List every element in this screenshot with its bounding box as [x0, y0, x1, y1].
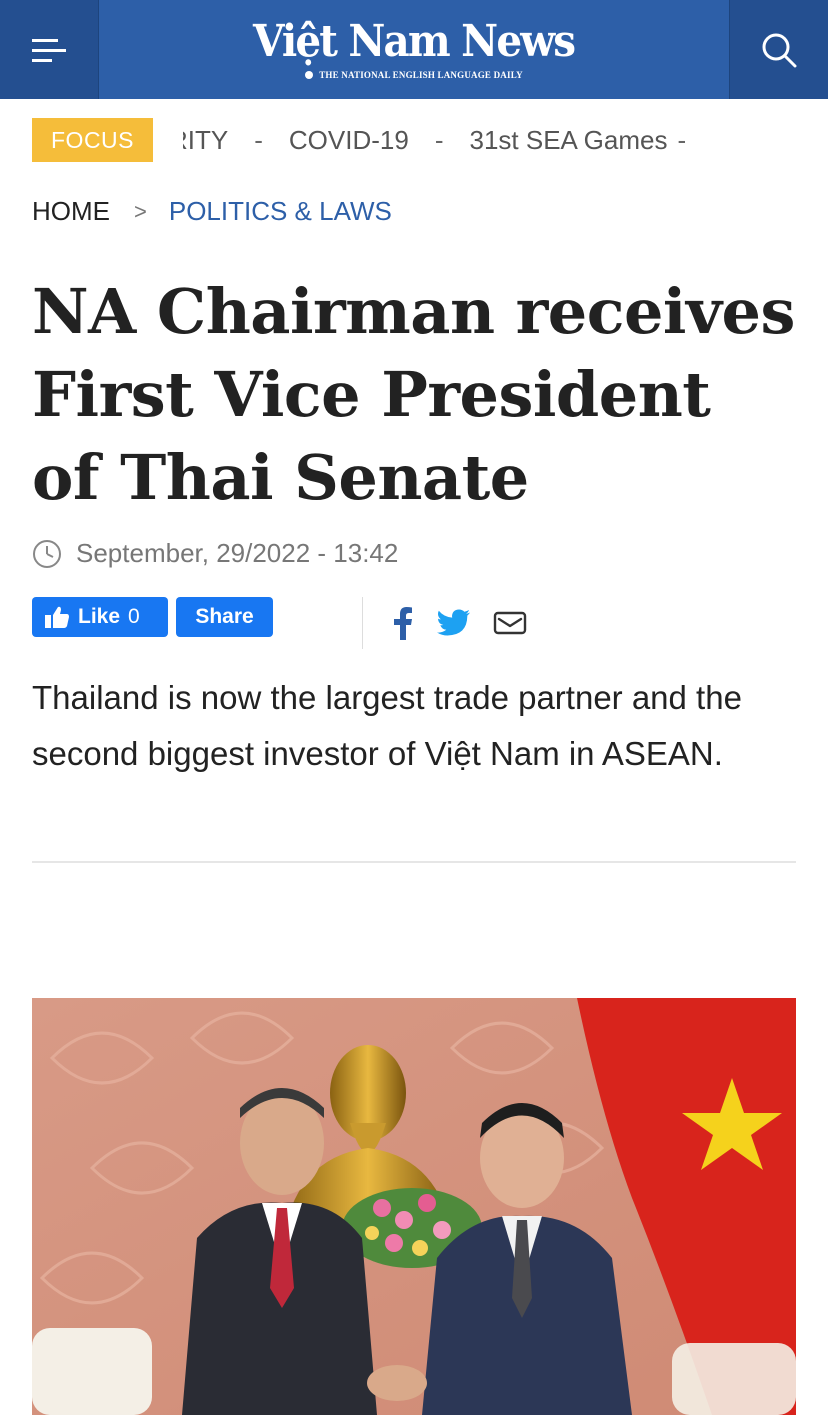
article-summary: Thailand is now the largest trade partne…	[32, 679, 742, 772]
date-text: September, 29/2022 - 13:42	[76, 538, 399, 568]
site-header: Việt Nam News THE NATIONAL ENGLISH LANGU…	[0, 0, 828, 99]
logo-text: Việt Nam News	[253, 15, 576, 67]
divider	[32, 861, 796, 863]
focus-item[interactable]: RITY	[183, 125, 228, 156]
breadcrumb-separator: >	[134, 198, 147, 224]
focus-separator: -	[677, 124, 687, 155]
article-title: NA Chairman receives First Vice Presiden…	[32, 275, 795, 514]
breadcrumb: HOME > POLITICS & LAWS	[32, 196, 392, 227]
like-count: 0	[128, 605, 140, 628]
menu-button[interactable]	[0, 0, 99, 99]
focus-item-covid[interactable]: COVID-19	[289, 125, 409, 156]
logo-tagline: THE NATIONAL ENGLISH LANGUAGE DAILY	[319, 69, 523, 80]
divider	[362, 597, 363, 649]
facebook-share-button[interactable]: Share	[176, 597, 273, 637]
focus-separator: -	[434, 124, 444, 155]
focus-bar: FOCUS RITY - COVID-19 - 31st SEA Games -	[32, 118, 796, 162]
social-bar: Like 0 Share	[32, 597, 796, 649]
article-date: September, 29/2022 - 13:42	[32, 538, 398, 569]
hamburger-menu-icon	[32, 38, 66, 62]
focus-item-sea-games[interactable]: 31st SEA Games	[470, 125, 668, 156]
breadcrumb-home[interactable]: HOME	[32, 196, 110, 227]
email-icon[interactable]	[493, 610, 527, 636]
facebook-icon[interactable]	[391, 606, 415, 640]
focus-ticker: RITY - COVID-19 - 31st SEA Games -	[183, 125, 713, 156]
search-button[interactable]	[729, 0, 828, 99]
photo-illustration	[32, 998, 796, 1415]
search-icon	[762, 33, 797, 67]
site-logo[interactable]: Việt Nam News THE NATIONAL ENGLISH LANGU…	[99, 0, 729, 99]
facebook-like-button[interactable]: Like 0	[32, 597, 168, 637]
clock-icon	[33, 539, 61, 568]
share-icons	[391, 597, 527, 649]
twitter-icon[interactable]	[437, 609, 471, 637]
article-photo[interactable]	[32, 998, 796, 1415]
like-label: Like	[78, 605, 121, 628]
logo-dot	[305, 70, 314, 79]
focus-separator: -	[254, 124, 263, 155]
thumbs-up-icon	[45, 606, 69, 628]
focus-badge: FOCUS	[32, 118, 153, 162]
breadcrumb-category[interactable]: POLITICS & LAWS	[169, 196, 392, 227]
